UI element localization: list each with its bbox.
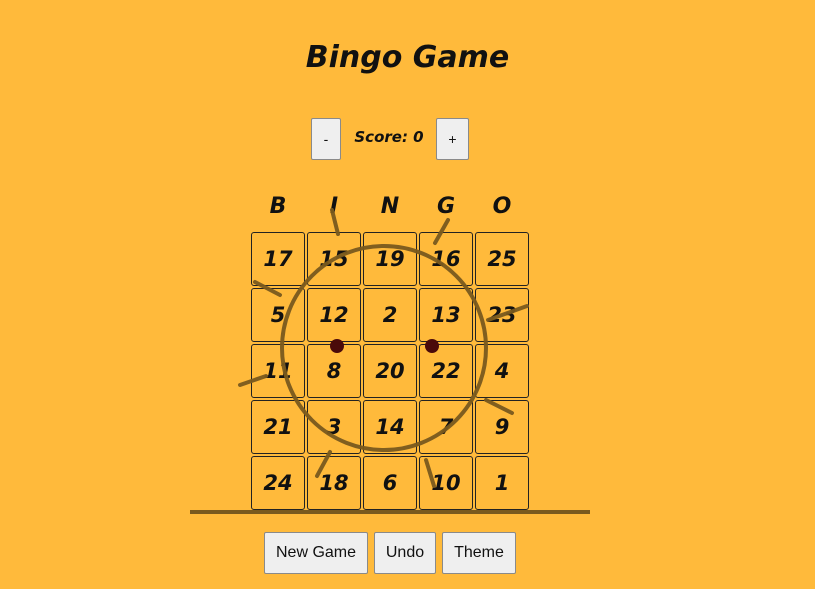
bingo-cell[interactable]: 17	[251, 232, 305, 286]
bingo-cell[interactable]: 1	[475, 456, 529, 510]
increment-score-button[interactable]: +	[436, 118, 469, 160]
bingo-cell[interactable]: 15	[307, 232, 361, 286]
column-header-o: O	[492, 194, 512, 219]
bingo-cell[interactable]: 4	[475, 344, 529, 398]
bingo-cell[interactable]: 11	[251, 344, 305, 398]
bingo-cell[interactable]: 20	[363, 344, 417, 398]
bingo-cell[interactable]: 21	[251, 400, 305, 454]
bingo-cell[interactable]: 14	[363, 400, 417, 454]
column-header-g: G	[436, 194, 456, 219]
bingo-cell[interactable]: 23	[475, 288, 529, 342]
page-title: Bingo Game	[305, 40, 510, 75]
bingo-cell[interactable]: 22	[419, 344, 473, 398]
bingo-cell[interactable]: 3	[307, 400, 361, 454]
bingo-cell[interactable]: 9	[475, 400, 529, 454]
bingo-cell[interactable]: 25	[475, 232, 529, 286]
bingo-cell[interactable]: 7	[419, 400, 473, 454]
bingo-cell[interactable]: 2	[363, 288, 417, 342]
bingo-cell[interactable]: 13	[419, 288, 473, 342]
column-header-b: B	[269, 194, 287, 219]
bingo-cell[interactable]: 16	[419, 232, 473, 286]
score-display: Score: 0	[354, 128, 424, 146]
bingo-cell[interactable]: 12	[307, 288, 361, 342]
bingo-cell[interactable]: 10	[419, 456, 473, 510]
bingo-cell[interactable]: 18	[307, 456, 361, 510]
bingo-cell[interactable]: 6	[363, 456, 417, 510]
bingo-cell[interactable]: 8	[307, 344, 361, 398]
column-header-i: I	[329, 194, 339, 219]
column-header-n: N	[380, 194, 400, 219]
bingo-cell[interactable]: 5	[251, 288, 305, 342]
theme-button[interactable]: Theme	[442, 532, 516, 574]
bingo-cell[interactable]: 24	[251, 456, 305, 510]
new-game-button[interactable]: New Game	[264, 532, 368, 574]
bingo-cell[interactable]: 19	[363, 232, 417, 286]
undo-button[interactable]: Undo	[374, 532, 436, 574]
decrement-score-button[interactable]: -	[311, 118, 341, 160]
